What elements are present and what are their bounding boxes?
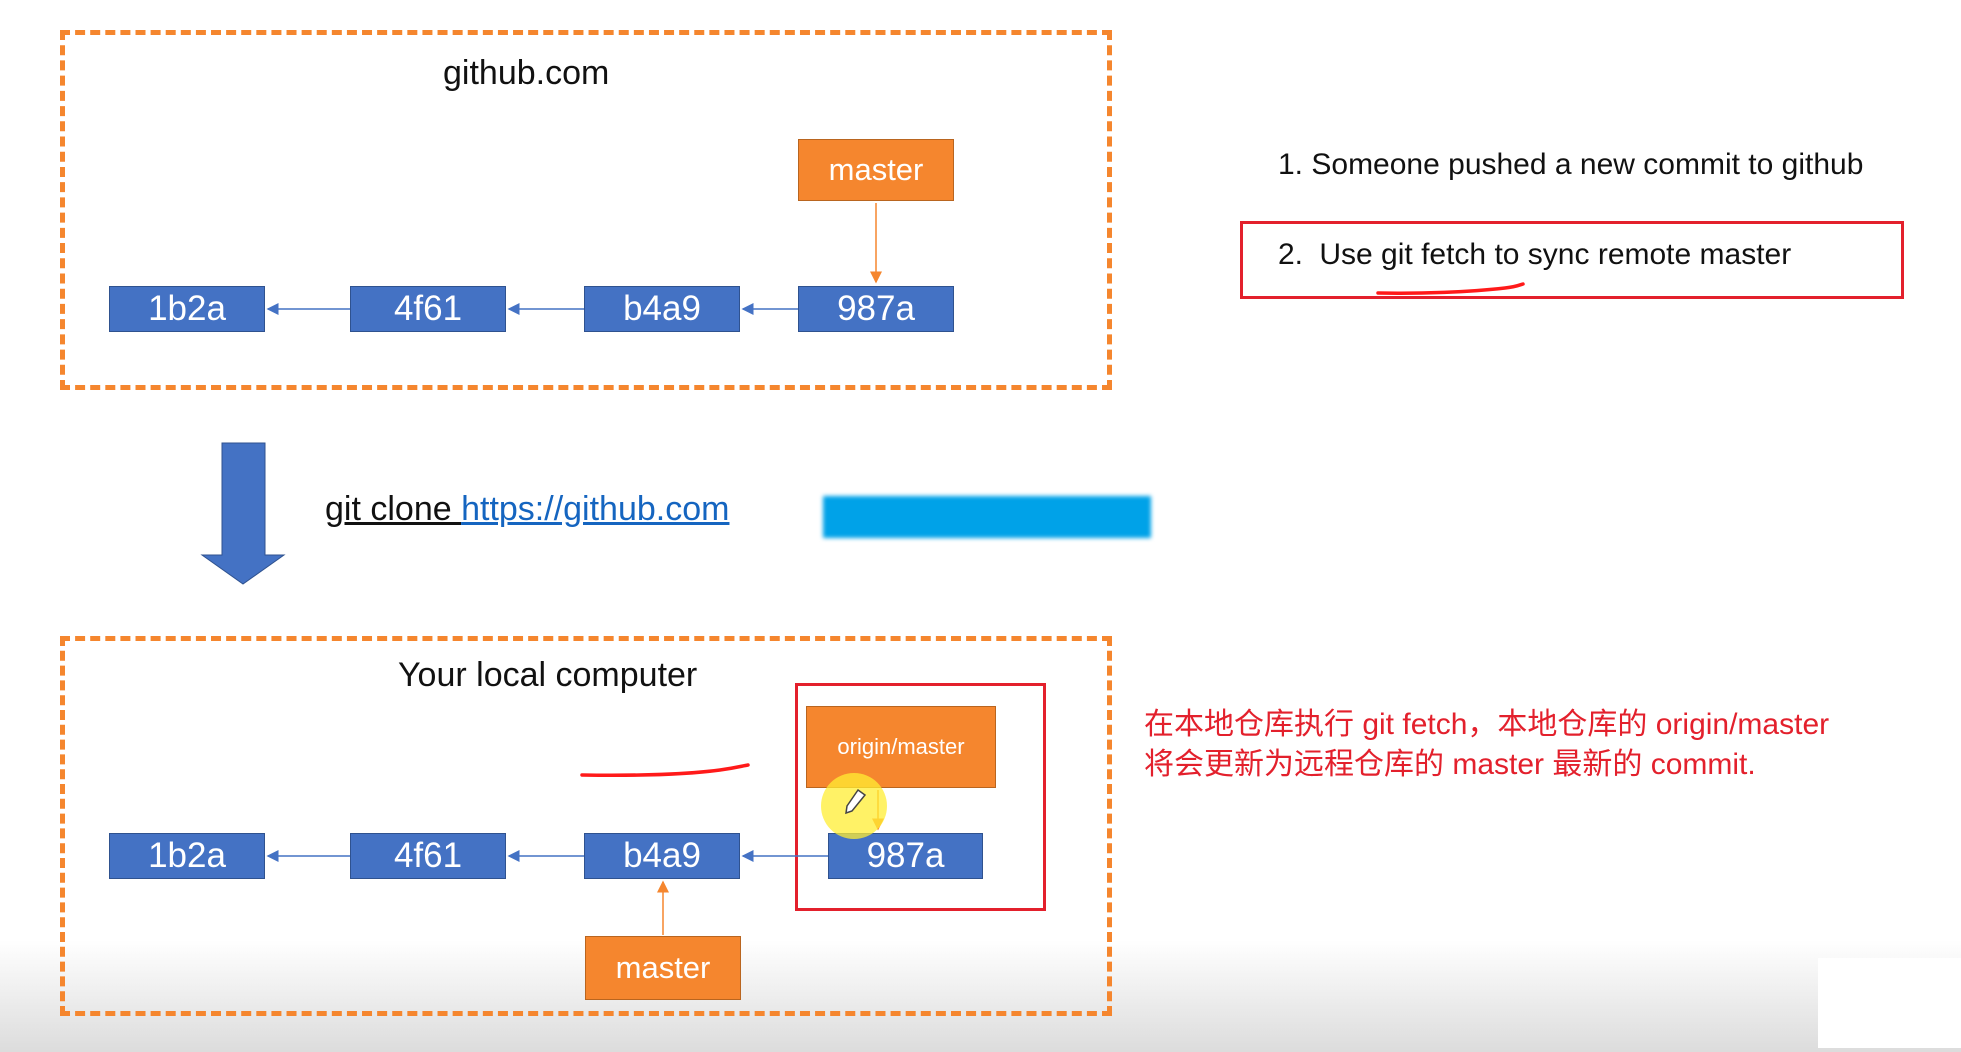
hand-drawn-underline xyxy=(580,763,750,778)
down-arrow-icon xyxy=(200,442,286,585)
step-2: 2. Use git fetch to sync remote master xyxy=(1278,238,1791,272)
step-text: Use git fetch to sync remote master xyxy=(1319,238,1792,271)
step-text: Someone pushed a new commit to github xyxy=(1311,148,1864,181)
note-line-2: 将会更新为远程仓库的 master 最新的 commit. xyxy=(1144,748,1756,781)
step-number: 1. xyxy=(1278,148,1304,181)
fetch-note: 在本地仓库执行 git fetch，本地仓库的 origin/master 将会… xyxy=(1144,705,1829,785)
step-1: 1. Someone pushed a new commit to github xyxy=(1278,148,1863,182)
bottom-right-panel xyxy=(1818,958,1961,1048)
note-line-1: 在本地仓库执行 git fetch，本地仓库的 origin/master xyxy=(1144,708,1830,741)
step-number: 2. xyxy=(1278,238,1304,271)
